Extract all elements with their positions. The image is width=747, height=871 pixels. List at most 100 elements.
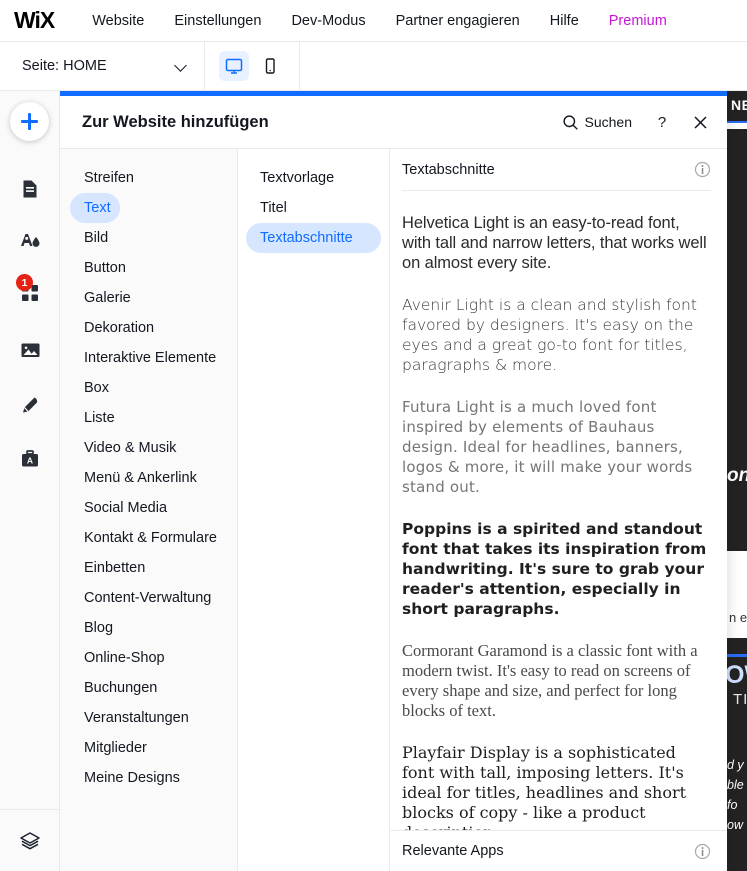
page-selector[interactable]: Seite: HOME bbox=[0, 42, 204, 91]
category-item-box[interactable]: Box bbox=[70, 373, 227, 403]
category-item-social-media[interactable]: Social Media bbox=[70, 493, 227, 523]
svg-text:?: ? bbox=[658, 114, 666, 131]
page-selector-label: Seite: HOME bbox=[22, 58, 107, 74]
rail-item-business-tools[interactable]: A bbox=[0, 440, 60, 478]
text-sample-futura[interactable]: Futura Light is a much loved font inspir… bbox=[402, 387, 711, 509]
text-samples-list: Helvetica Light is an easy-to-read font,… bbox=[402, 191, 711, 855]
category-item-button[interactable]: Button bbox=[70, 253, 227, 283]
category-item-online-shop[interactable]: Online-Shop bbox=[70, 643, 227, 673]
panel-search-button[interactable]: Suchen bbox=[562, 114, 632, 131]
section-info-button[interactable] bbox=[694, 161, 711, 178]
page-selector-value: HOME bbox=[63, 58, 107, 74]
nav-item-dev-modus[interactable]: Dev-Modus bbox=[291, 13, 365, 29]
rail-item-layers[interactable] bbox=[0, 809, 60, 871]
pages-icon bbox=[23, 180, 37, 198]
preview-text-line-3: fo bbox=[727, 798, 738, 812]
preview-text-tiv: TIV bbox=[733, 691, 747, 708]
rail-item-pages[interactable] bbox=[0, 170, 60, 208]
preview-hero-strip bbox=[727, 129, 747, 551]
category-item-kontakt-formulare[interactable]: Kontakt & Formulare bbox=[70, 523, 227, 553]
desktop-icon bbox=[225, 58, 243, 74]
category-item-einbetten[interactable]: Einbetten bbox=[70, 553, 227, 583]
category-item-buchungen[interactable]: Buchungen bbox=[70, 673, 227, 703]
add-elements-panel: Zur Website hinzufügen Suchen ? Streifen… bbox=[60, 91, 727, 871]
info-icon bbox=[694, 161, 711, 178]
add-element-button[interactable] bbox=[10, 102, 49, 141]
preview-text-on: on bbox=[727, 465, 747, 486]
info-icon bbox=[694, 843, 711, 859]
nav-item-premium[interactable]: Premium bbox=[609, 13, 667, 29]
site-preview[interactable]: NE on n e OW TIV d y ble fo ow bbox=[727, 91, 747, 871]
panel-body: Streifen Text Bild Button Galerie Dekora… bbox=[60, 149, 727, 871]
panel-help-button[interactable]: ? bbox=[654, 113, 670, 131]
nav-item-hilfe[interactable]: Hilfe bbox=[550, 13, 579, 29]
business-tools-icon: A bbox=[22, 450, 38, 467]
subcategory-item-titel[interactable]: Titel bbox=[246, 193, 381, 223]
media-icon bbox=[21, 343, 39, 357]
subcategory-item-textabschnitte[interactable]: Textabschnitte bbox=[246, 223, 381, 253]
preview-text-ne2: n e bbox=[729, 610, 747, 625]
category-item-liste[interactable]: Liste bbox=[70, 403, 227, 433]
app-root: WiX Website Einstellungen Dev-Modus Part… bbox=[0, 0, 747, 871]
svg-text:A: A bbox=[27, 456, 33, 466]
category-item-meine-designs[interactable]: Meine Designs bbox=[70, 763, 227, 793]
rail-item-media[interactable] bbox=[0, 331, 60, 369]
rail-item-apps[interactable]: 1 bbox=[0, 274, 60, 312]
left-icon-rail: 1 A bbox=[0, 91, 60, 871]
view-mode-switch bbox=[205, 42, 299, 91]
nav-item-website[interactable]: Website bbox=[92, 13, 144, 29]
preview-footer-strip: OW TIV d y ble fo ow bbox=[727, 638, 747, 871]
search-icon bbox=[562, 114, 578, 130]
category-item-menu-ankerlink[interactable]: Menü & Ankerlink bbox=[70, 463, 227, 493]
top-navigation-bar: WiX Website Einstellungen Dev-Modus Part… bbox=[0, 0, 747, 42]
rail-item-blog[interactable] bbox=[0, 386, 60, 424]
relevant-apps-info-button[interactable] bbox=[694, 843, 711, 860]
content-area: Textabschnitte Helvetica Light is an eas… bbox=[390, 149, 727, 871]
wix-logo[interactable]: WiX bbox=[14, 7, 55, 34]
subcategory-list: Textvorlage Titel Textabschnitte bbox=[238, 149, 390, 871]
panel-title: Zur Website hinzufügen bbox=[82, 112, 269, 131]
nav-item-partner-engagieren[interactable]: Partner engagieren bbox=[396, 13, 520, 29]
preview-text-line-1: d y bbox=[727, 758, 744, 772]
preview-text-ow: OW bbox=[727, 661, 747, 689]
category-item-dekoration[interactable]: Dekoration bbox=[70, 313, 227, 343]
desktop-view-button[interactable] bbox=[219, 51, 249, 81]
preview-text-line-2: ble bbox=[727, 778, 744, 792]
category-item-interaktive-elemente[interactable]: Interaktive Elemente bbox=[70, 343, 227, 373]
category-item-bild[interactable]: Bild bbox=[70, 223, 227, 253]
text-sample-helvetica[interactable]: Helvetica Light is an easy-to-read font,… bbox=[402, 203, 711, 285]
mobile-view-button[interactable] bbox=[255, 51, 285, 81]
category-item-content-verwaltung[interactable]: Content-Verwaltung bbox=[70, 583, 227, 613]
nav-item-einstellungen[interactable]: Einstellungen bbox=[174, 13, 261, 29]
panel-close-button[interactable] bbox=[692, 114, 709, 131]
category-item-veranstaltungen[interactable]: Veranstaltungen bbox=[70, 703, 227, 733]
text-sample-avenir[interactable]: Avenir Light is a clean and stylish font… bbox=[402, 285, 711, 387]
relevant-apps-bar[interactable]: Relevante Apps bbox=[390, 830, 727, 871]
layers-icon bbox=[20, 831, 40, 849]
category-item-blog[interactable]: Blog bbox=[70, 613, 227, 643]
category-item-video-musik[interactable]: Video & Musik bbox=[70, 433, 227, 463]
preview-text-line-4: ow bbox=[727, 818, 743, 832]
subcategory-item-textvorlage[interactable]: Textvorlage bbox=[246, 163, 381, 193]
preview-light-strip: n e bbox=[727, 551, 747, 638]
category-item-streifen[interactable]: Streifen bbox=[70, 163, 227, 193]
category-item-mitglieder[interactable]: Mitglieder bbox=[70, 733, 227, 763]
mobile-icon bbox=[265, 58, 275, 74]
category-item-galerie[interactable]: Galerie bbox=[70, 283, 227, 313]
preview-header-strip: NE bbox=[727, 91, 747, 123]
panel-header: Zur Website hinzufügen Suchen ? bbox=[60, 96, 727, 149]
editor-toolbar: Seite: HOME bbox=[0, 41, 747, 91]
category-item-text[interactable]: Text bbox=[70, 193, 120, 223]
panel-search-label: Suchen bbox=[584, 114, 632, 130]
preview-text-ne: NE bbox=[731, 97, 747, 113]
section-header: Textabschnitte bbox=[402, 149, 711, 191]
chevron-down-icon bbox=[176, 60, 188, 72]
close-icon bbox=[694, 115, 707, 129]
text-sample-cormorant-garamond[interactable]: Cormorant Garamond is a classic font wit… bbox=[402, 631, 711, 733]
rail-item-theme[interactable] bbox=[0, 222, 60, 260]
toolbar-divider-2 bbox=[299, 41, 300, 91]
question-mark-icon: ? bbox=[658, 114, 666, 131]
theme-icon bbox=[21, 234, 40, 247]
apps-icon-wrap: 1 bbox=[16, 274, 41, 304]
text-sample-poppins[interactable]: Poppins is a spirited and standout font … bbox=[402, 509, 711, 631]
